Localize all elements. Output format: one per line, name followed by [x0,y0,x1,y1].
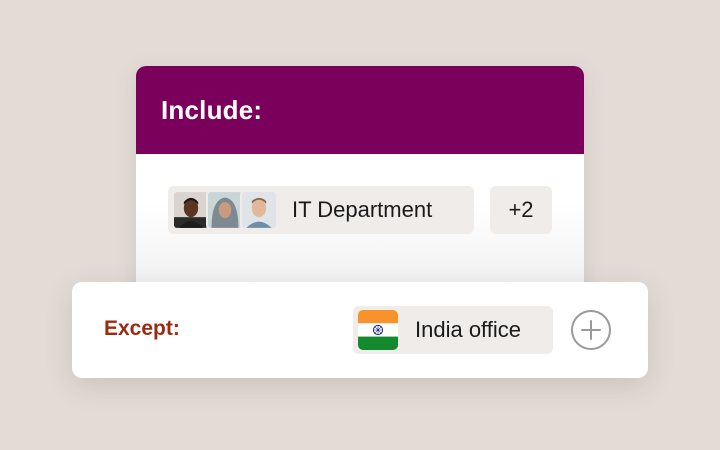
include-title: Include: [161,94,263,125]
avatar [206,190,244,230]
add-button[interactable] [571,310,611,350]
group-chip-it-department[interactable]: IT Department [168,186,474,234]
avatar-stack [172,190,278,230]
include-card: Include: IT Department +2 [136,66,584,316]
avatar [240,190,278,230]
location-label: India office [415,317,522,342]
plus-circle-icon [581,320,601,340]
avatar [172,190,210,230]
more-count-chip[interactable]: +2 [490,186,552,234]
include-header: Include: [136,66,584,154]
group-label: IT Department [292,197,433,222]
except-card: Except: India office [72,282,648,378]
india-flag-icon [358,310,398,350]
except-title: Except: [104,317,180,340]
location-chip-india-office[interactable]: India office [353,306,553,354]
